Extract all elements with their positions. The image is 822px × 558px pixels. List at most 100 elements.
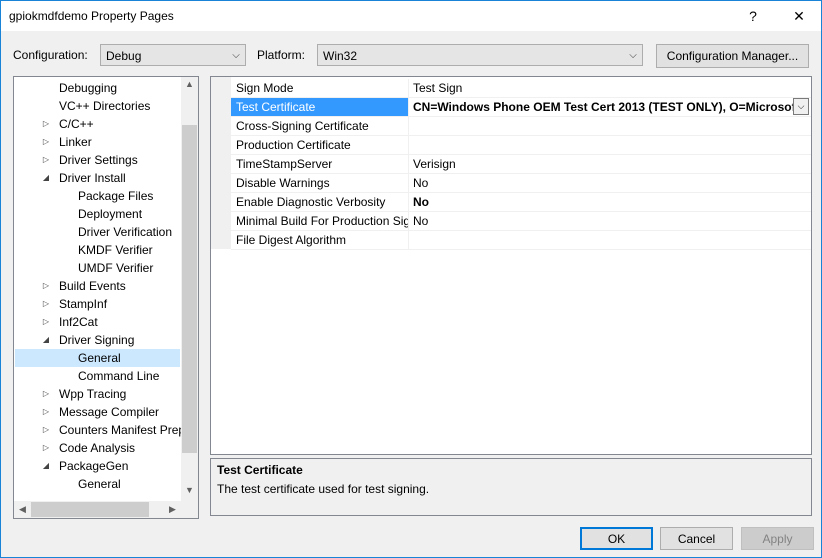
configuration-manager-button[interactable]: Configuration Manager... (656, 44, 809, 68)
close-icon: ✕ (793, 7, 805, 24)
expand-icon[interactable]: ▷ (41, 277, 51, 295)
tree-item[interactable]: Deployment (15, 205, 180, 223)
tree-item-label: Driver Verification (78, 225, 173, 239)
property-row[interactable]: Disable Warnings No (231, 174, 811, 193)
collapse-icon[interactable]: ◢ (41, 457, 51, 475)
property-value[interactable] (413, 136, 808, 154)
expand-icon[interactable]: ▷ (41, 421, 51, 439)
tree-item[interactable]: Command Line (15, 367, 180, 385)
collapse-icon[interactable]: ◢ (41, 331, 51, 349)
tree-item-label: PackageGen (59, 459, 129, 473)
property-value[interactable]: Test Sign (413, 79, 808, 97)
cancel-button[interactable]: Cancel (660, 527, 733, 550)
ok-button[interactable]: OK (580, 527, 653, 550)
property-row[interactable]: Test Certificate CN=Windows Phone OEM Tes… (231, 98, 811, 117)
property-name: File Digest Algorithm (231, 231, 409, 249)
configuration-label: Configuration: (13, 48, 88, 62)
expand-icon[interactable]: ▷ (41, 115, 51, 133)
tree-item-label: Counters Manifest Prep (59, 423, 186, 437)
tree-item-label: Deployment (78, 207, 143, 221)
configuration-dropdown[interactable]: Debug ⌵ (100, 44, 246, 66)
scroll-left-icon[interactable]: ◀ (14, 504, 31, 515)
tree-hscroll-thumb[interactable] (31, 502, 149, 517)
window-title: gpiokmdfdemo Property Pages (9, 9, 174, 23)
tree-item-label: Driver Settings (59, 153, 138, 167)
tree-item-label: Wpp Tracing (59, 387, 127, 401)
property-value[interactable]: CN=Windows Phone OEM Test Cert 2013 (TES… (413, 98, 808, 116)
tree-item[interactable]: Debugging (15, 79, 180, 97)
property-value[interactable] (413, 117, 808, 135)
tree-item[interactable]: ▷ Inf2Cat (15, 313, 180, 331)
tree-item[interactable]: ▷ Counters Manifest Prep (15, 421, 185, 439)
property-row[interactable]: Enable Diagnostic Verbosity No (231, 193, 811, 212)
scroll-up-icon[interactable]: ▲ (181, 79, 198, 89)
tree-item-label: KMDF Verifier (78, 243, 153, 257)
tree-item[interactable]: ◢ Driver Install (15, 169, 180, 187)
tree-item[interactable]: VC++ Directories (15, 97, 180, 115)
tree-item-label: UMDF Verifier (78, 261, 154, 275)
tree-item[interactable]: Package Files (15, 187, 180, 205)
property-value[interactable]: No (413, 193, 808, 211)
tree-item[interactable]: ▷ Driver Settings (15, 151, 180, 169)
chevron-down-icon: ⌵ (232, 49, 240, 61)
property-value[interactable]: No (413, 212, 808, 230)
expand-icon[interactable]: ▷ (41, 439, 51, 457)
tree-item-label: Message Compiler (59, 405, 160, 419)
scroll-right-icon[interactable]: ▶ (164, 504, 181, 515)
platform-label: Platform: (257, 48, 306, 62)
value-dropdown-button[interactable]: ⌵ (793, 98, 809, 115)
tree-item[interactable]: UMDF Verifier (15, 259, 180, 277)
tree-item-label: Driver Signing (59, 333, 135, 347)
tree-item[interactable]: General (15, 349, 180, 367)
property-row[interactable]: Minimal Build For Production Sig No (231, 212, 811, 231)
property-row[interactable]: Sign Mode Test Sign (231, 79, 811, 98)
property-grid: Sign Mode Test Sign Test Certificate CN=Win… (210, 76, 812, 455)
tree-vertical-scrollbar[interactable]: ▲ ▼ (181, 77, 198, 501)
expand-icon[interactable]: ▷ (41, 133, 51, 151)
scroll-down-icon[interactable]: ▼ (181, 485, 198, 495)
description-title: Test Certificate (217, 463, 303, 477)
platform-dropdown[interactable]: Win32 ⌵ (317, 44, 643, 66)
tree-item[interactable]: ▷ Wpp Tracing (15, 385, 180, 403)
property-value[interactable]: No (413, 174, 808, 192)
property-row[interactable]: File Digest Algorithm (231, 231, 811, 250)
property-row[interactable]: TimeStampServer Verisign (231, 155, 811, 174)
expand-icon[interactable]: ▷ (41, 385, 51, 403)
tree-item-label: C/C++ (59, 117, 94, 131)
property-name: Production Certificate (231, 136, 409, 154)
tree-horizontal-scrollbar[interactable]: ◀ ▶ (14, 501, 181, 518)
tree-item-label: Inf2Cat (59, 315, 98, 329)
tree-item[interactable]: General (15, 475, 180, 493)
property-row[interactable]: Production Certificate (231, 136, 811, 155)
tree-item[interactable]: ◢ PackageGen (15, 457, 180, 475)
tree-item[interactable]: ▷ Build Events (15, 277, 180, 295)
help-icon: ? (749, 8, 757, 24)
tree-item[interactable]: ▷ Message Compiler (15, 403, 180, 421)
apply-button[interactable]: Apply (741, 527, 814, 550)
tree-scroll-thumb[interactable] (182, 125, 197, 453)
tree-item[interactable]: KMDF Verifier (15, 241, 180, 259)
help-button[interactable]: ? (731, 1, 775, 31)
close-button[interactable]: ✕ (777, 1, 821, 31)
tree-item[interactable]: ▷ C/C++ (15, 115, 180, 133)
expand-icon[interactable]: ▷ (41, 403, 51, 421)
tree-item-label: Package Files (78, 189, 154, 203)
collapse-icon[interactable]: ◢ (41, 169, 51, 187)
tree-item[interactable]: ▷ StampInf (15, 295, 180, 313)
scroll-corner (181, 501, 198, 518)
tree-item[interactable]: Driver Verification (15, 223, 180, 241)
property-value[interactable]: Verisign (413, 155, 808, 173)
tree-item[interactable]: ◢ Driver Signing (15, 331, 180, 349)
expand-icon[interactable]: ▷ (41, 295, 51, 313)
expand-icon[interactable]: ▷ (41, 313, 51, 331)
tree-item[interactable]: ▷ Code Analysis (15, 439, 180, 457)
tree-item[interactable]: ▷ Linker (15, 133, 180, 151)
property-row[interactable]: Cross-Signing Certificate (231, 117, 811, 136)
expand-icon[interactable]: ▷ (41, 151, 51, 169)
tree-item-label: Code Analysis (59, 441, 136, 455)
title-bar: gpiokmdfdemo Property Pages ? ✕ (1, 1, 821, 31)
property-name: Enable Diagnostic Verbosity (231, 193, 409, 211)
description-text: The test certificate used for test signi… (217, 482, 430, 496)
description-panel: Test Certificate The test certificate us… (210, 458, 812, 516)
property-value[interactable] (413, 231, 808, 249)
